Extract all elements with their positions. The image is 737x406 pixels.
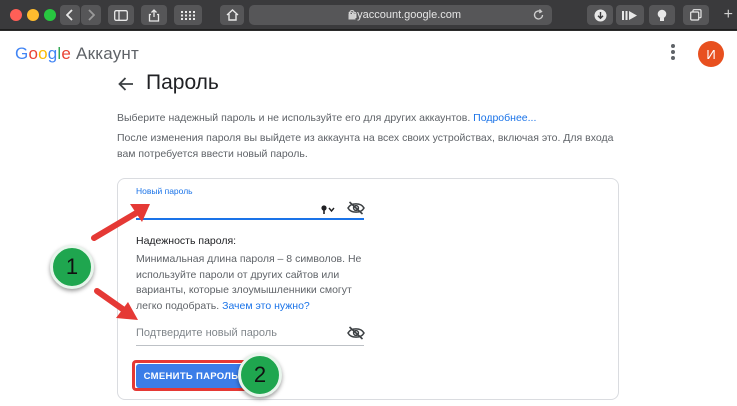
home-icon [226, 9, 238, 21]
intro-sentence: Выберите надежный пароль и не используйт… [117, 112, 471, 124]
share-icon [148, 8, 160, 22]
new-password-input[interactable] [136, 198, 316, 218]
logo-letter: o [38, 44, 48, 63]
tips-button[interactable] [649, 5, 675, 25]
product-name: Аккаунт [76, 44, 139, 63]
new-tab-icon[interactable]: + [724, 7, 733, 23]
address-bar[interactable]: myaccount.google.com [249, 5, 552, 25]
window-maximize-button[interactable] [44, 9, 56, 21]
google-account-logo[interactable]: Google Аккаунт [15, 44, 139, 64]
avatar[interactable]: И [698, 41, 724, 67]
share-button[interactable] [141, 5, 167, 25]
downloads-button[interactable] [587, 5, 613, 25]
page-title: Пароль [146, 71, 219, 94]
chevron-left-icon [66, 9, 73, 21]
logo-letter: G [15, 44, 29, 63]
change-password-button[interactable]: СМЕНИТЬ ПАРОЛЬ [136, 364, 246, 388]
step-badge-1: 1 [50, 245, 94, 289]
download-icon [594, 9, 606, 21]
reader-button[interactable] [616, 5, 644, 25]
more-options-icon[interactable] [668, 44, 678, 62]
chevron-right-icon [88, 9, 95, 21]
lightbulb-icon [657, 9, 667, 21]
logo-letter: o [28, 44, 39, 63]
browser-toolbar: myaccount.google.com + [0, 0, 737, 30]
confirm-password-input[interactable]: Подтвердите новый пароль [136, 327, 277, 339]
eye-off-icon[interactable] [347, 326, 365, 340]
sidebar-icon [114, 9, 128, 21]
logout-note: После изменения пароля вы выйдете из акк… [117, 132, 614, 160]
why-needed-link[interactable]: Зачем это нужно? [222, 300, 310, 312]
window-minimize-button[interactable] [27, 9, 39, 21]
eye-off-icon[interactable] [347, 201, 365, 215]
grid-icon [181, 10, 195, 20]
intro-text: Выберите надежный пароль и не используйт… [117, 112, 536, 124]
annotation-arrow-icon [91, 204, 150, 241]
lock-icon [348, 10, 356, 20]
annotation-arrow-icon [94, 288, 138, 320]
sidebar-button[interactable] [108, 5, 134, 25]
logo-letter: e [61, 44, 72, 63]
new-password-label: Новый пароль [136, 186, 193, 196]
tab-switch-button[interactable] [683, 5, 709, 25]
copy-icon [690, 9, 702, 21]
back-button[interactable] [60, 5, 80, 25]
forward-button[interactable] [81, 5, 101, 25]
logo-letter: g [47, 44, 58, 63]
new-password-underline [136, 218, 364, 220]
reload-icon[interactable] [533, 9, 544, 21]
confirm-password-underline [136, 345, 364, 346]
back-arrow-icon[interactable] [117, 75, 135, 93]
learn-more-link[interactable]: Подробнее... [473, 112, 536, 124]
url-text: myaccount.google.com [347, 9, 462, 21]
key-icon[interactable] [320, 205, 336, 215]
step-badge-2: 2 [238, 353, 282, 397]
home-button[interactable] [220, 5, 244, 25]
media-icon [622, 10, 637, 20]
tabs-overview-button[interactable] [174, 5, 202, 25]
window-close-button[interactable] [10, 9, 22, 21]
strength-text: Минимальная длина пароля – 8 символов. Н… [136, 252, 376, 314]
